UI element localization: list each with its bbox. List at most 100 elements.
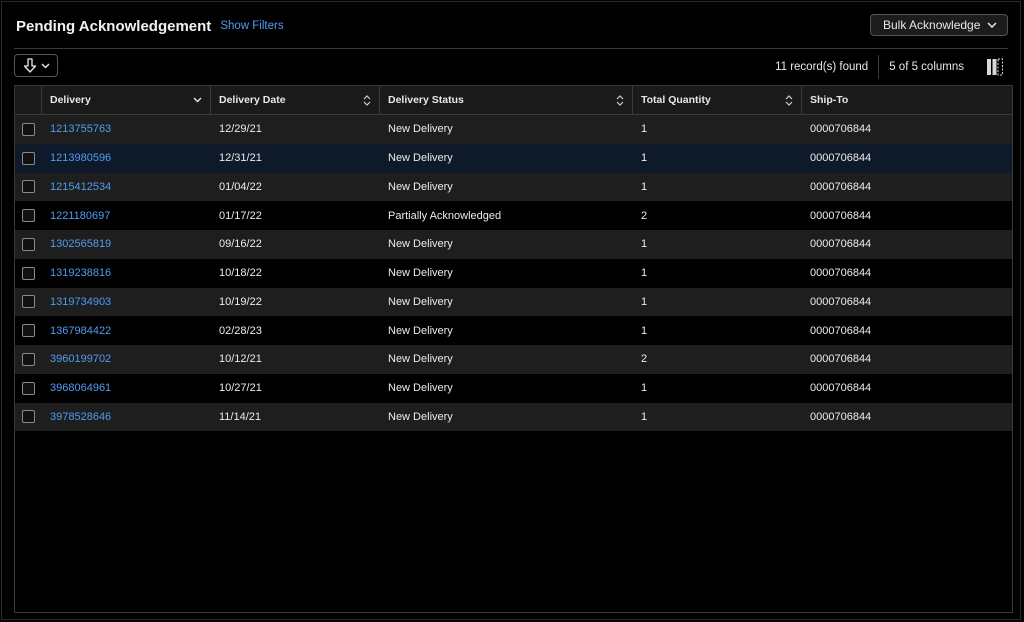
page-header: Pending Acknowledgement Show Filters — [16, 14, 1008, 38]
row-checkbox[interactable] — [22, 151, 35, 165]
total-quantity-cell: 1 — [641, 152, 648, 165]
table-row[interactable]: 1319734903 10/19/22 New Delivery 1 00007… — [15, 287, 1012, 317]
row-checkbox[interactable] — [22, 122, 35, 136]
column-header-delivery-date[interactable]: Delivery Date — [211, 86, 380, 114]
table-row[interactable]: 3968064961 10/27/21 New Delivery 1 00007… — [15, 373, 1012, 403]
delivery-link[interactable]: 1302565819 — [50, 238, 111, 250]
delivery-date-cell: 01/04/22 — [219, 180, 262, 193]
ship-to-cell: 0000706844 — [810, 382, 872, 395]
table-row[interactable]: 1319238816 10/18/22 New Delivery 1 00007… — [15, 258, 1012, 288]
row-select-cell — [15, 122, 42, 136]
delivery-date-cell: 11/14/21 — [219, 410, 262, 423]
delivery-status-cell: New Delivery — [388, 353, 453, 366]
delivery-date-cell: 02/28/23 — [219, 324, 262, 337]
ship-to-cell: 0000706844 — [810, 353, 872, 366]
column-header-delivery[interactable]: Delivery — [42, 86, 211, 114]
table-row[interactable]: 1302565819 09/16/22 New Delivery 1 00007… — [15, 230, 1012, 259]
column-header-ship-to[interactable]: Ship-To — [802, 86, 1012, 114]
total-quantity-cell: 1 — [641, 410, 648, 423]
ship-to-cell: 0000706844 — [810, 209, 872, 222]
delivery-status-cell: New Delivery — [388, 180, 453, 193]
delivery-link[interactable]: 1319238816 — [50, 267, 111, 279]
table-row[interactable]: 1215412534 01/04/22 New Delivery 1 00007… — [15, 172, 1012, 202]
delivery-date-cell: 12/29/21 — [219, 123, 262, 136]
delivery-cell: 3978528646 — [42, 411, 211, 423]
delivery-link[interactable]: 1213980596 — [50, 152, 111, 164]
delivery-link[interactable]: 3968064961 — [50, 382, 111, 394]
delivery-status-cell: New Delivery — [388, 267, 453, 280]
delivery-status-cell: Partially Acknowledged — [388, 209, 502, 222]
delivery-link[interactable]: 1213755763 — [50, 123, 111, 135]
table-row[interactable]: 1367984422 02/28/23 New Delivery 1 00007… — [15, 316, 1012, 345]
row-select-cell — [15, 324, 42, 338]
delivery-cell: 1319238816 — [42, 267, 211, 279]
table-row[interactable]: 1213980596 12/31/21 New Delivery 1 00007… — [15, 143, 1012, 173]
bulk-acknowledge-button[interactable]: Bulk Acknowledge — [870, 14, 1008, 36]
table-row[interactable]: 1213755763 12/29/21 New Delivery 1 00007… — [15, 115, 1012, 144]
row-checkbox[interactable] — [22, 352, 35, 366]
row-select-cell — [15, 266, 42, 280]
delivery-cell: 1302565819 — [42, 238, 211, 250]
row-checkbox[interactable] — [22, 295, 35, 309]
row-checkbox[interactable] — [22, 180, 35, 194]
ship-to-cell: 0000706844 — [810, 410, 872, 423]
export-button[interactable] — [14, 54, 58, 77]
row-select-cell — [15, 352, 42, 366]
delivery-cell: 1367984422 — [42, 325, 211, 337]
delivery-link[interactable]: 3960199702 — [50, 353, 111, 365]
ship-to-cell: 0000706844 — [810, 180, 872, 193]
delivery-cell: 3960199702 — [42, 353, 211, 365]
column-header-label: Delivery Status — [388, 94, 464, 106]
row-checkbox[interactable] — [22, 324, 35, 338]
delivery-cell: 1215412534 — [42, 181, 211, 193]
total-quantity-cell: 1 — [641, 267, 648, 280]
table-header: Delivery Delivery Date Delivery Status T… — [15, 86, 1012, 115]
row-checkbox[interactable] — [22, 410, 35, 424]
table-row[interactable]: 3978528646 11/14/21 New Delivery 1 00007… — [15, 402, 1012, 432]
delivery-link[interactable]: 1367984422 — [50, 325, 111, 337]
row-select-cell — [15, 410, 42, 424]
sort-icon — [616, 94, 624, 106]
column-header-total-quantity[interactable]: Total Quantity — [633, 86, 802, 114]
total-quantity-cell: 2 — [641, 353, 648, 366]
chevron-down-icon — [987, 22, 997, 28]
show-filters-link[interactable]: Show Filters — [220, 20, 283, 32]
delivery-cell: 1213755763 — [42, 123, 211, 135]
chevron-down-icon — [193, 97, 202, 103]
toolbar-separator — [878, 54, 880, 79]
row-checkbox[interactable] — [22, 266, 35, 280]
delivery-cell: 1319734903 — [42, 296, 211, 308]
table-row[interactable]: 3960199702 10/12/21 New Delivery 2 00007… — [15, 345, 1012, 374]
delivery-link[interactable]: 3978528646 — [50, 411, 111, 423]
column-header-label: Delivery Date — [219, 94, 286, 106]
column-header-label: Delivery — [50, 94, 91, 106]
delivery-date-cell: 10/12/21 — [219, 353, 262, 366]
delivery-status-cell: New Delivery — [388, 410, 453, 423]
total-quantity-cell: 1 — [641, 295, 648, 308]
sort-icon — [785, 94, 793, 106]
delivery-date-cell: 12/31/21 — [219, 152, 262, 165]
delivery-status-cell: New Delivery — [388, 382, 453, 395]
ship-to-cell: 0000706844 — [810, 324, 872, 337]
column-header-delivery-status[interactable]: Delivery Status — [380, 86, 633, 114]
header-divider — [14, 48, 1008, 49]
row-checkbox[interactable] — [22, 209, 35, 223]
column-chooser-button[interactable] — [982, 55, 1008, 79]
row-select-cell — [15, 237, 42, 251]
delivery-date-cell: 09/16/22 — [219, 238, 262, 251]
total-quantity-cell: 1 — [641, 123, 648, 136]
row-select-cell — [15, 381, 42, 395]
delivery-link[interactable]: 1221180697 — [50, 210, 110, 222]
delivery-link[interactable]: 1319734903 — [50, 296, 111, 308]
column-header-label: Ship-To — [810, 94, 849, 106]
delivery-status-cell: New Delivery — [388, 123, 453, 136]
table-row[interactable]: 1221180697 01/17/22 Partially Acknowledg… — [15, 201, 1012, 230]
app-window: Pending Acknowledgement Show Filters Bul… — [1, 1, 1021, 620]
delivery-date-cell: 10/18/22 — [219, 267, 262, 280]
row-checkbox[interactable] — [22, 381, 35, 395]
bulk-acknowledge-label: Bulk Acknowledge — [883, 18, 981, 32]
row-checkbox[interactable] — [22, 237, 35, 251]
delivery-status-cell: New Delivery — [388, 152, 453, 165]
download-icon — [23, 58, 37, 73]
delivery-link[interactable]: 1215412534 — [50, 181, 111, 193]
